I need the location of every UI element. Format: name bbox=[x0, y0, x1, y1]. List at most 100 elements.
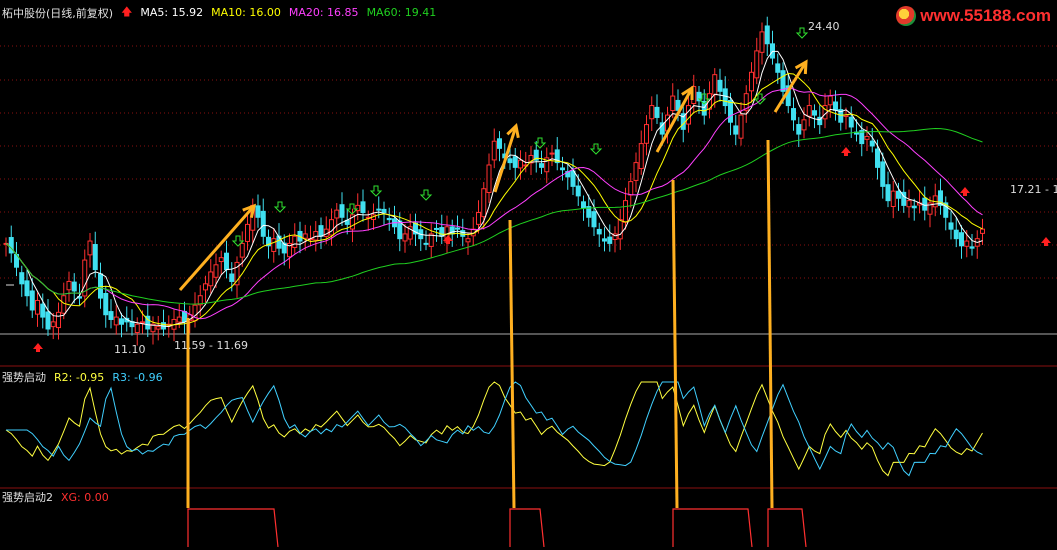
candle-body bbox=[728, 100, 733, 123]
candle-body bbox=[318, 225, 324, 237]
candle-body bbox=[155, 326, 161, 330]
candle-body bbox=[717, 79, 723, 92]
candle-body bbox=[439, 227, 445, 237]
watermark-logo-icon bbox=[896, 6, 917, 26]
candle-body bbox=[19, 272, 25, 285]
candle-body bbox=[50, 321, 56, 328]
candle-body bbox=[670, 95, 676, 112]
candle-body bbox=[103, 292, 109, 316]
candle-body bbox=[271, 238, 277, 252]
candle-body bbox=[71, 281, 77, 292]
sub2-legend: 强势启动2 XG: 0.00 bbox=[2, 489, 109, 505]
ma10-label: MA10: 16.00 bbox=[211, 6, 281, 19]
candle-body bbox=[302, 233, 308, 239]
sub1-legend: 强势启动 R2: -0.95 R3: -0.96 bbox=[2, 369, 163, 385]
sell-arrow-icon bbox=[795, 27, 809, 39]
candle-body bbox=[953, 229, 959, 240]
candle-body bbox=[239, 242, 245, 258]
candle-body bbox=[864, 135, 870, 140]
candle-body bbox=[848, 116, 854, 128]
candle-body bbox=[208, 271, 214, 287]
candle-body bbox=[633, 162, 639, 181]
candle-body bbox=[134, 323, 140, 334]
candle-body bbox=[686, 105, 691, 125]
sell-arrow-icon bbox=[419, 189, 433, 201]
candle-body bbox=[381, 208, 387, 214]
candle-body bbox=[775, 63, 781, 73]
buy-arrow-icon bbox=[33, 343, 43, 352]
candle-body bbox=[833, 101, 838, 111]
ma10-line bbox=[5, 72, 983, 326]
kline-svg bbox=[0, 16, 1057, 548]
candle-body bbox=[486, 164, 492, 193]
xg-signal bbox=[767, 508, 807, 548]
candle-body bbox=[712, 74, 718, 96]
candle-body bbox=[507, 158, 513, 164]
candle-body bbox=[560, 167, 565, 171]
annotation-vertical bbox=[766, 139, 774, 509]
candle-body bbox=[722, 88, 728, 107]
buy-arrow-icon bbox=[960, 187, 970, 196]
candle-body bbox=[922, 197, 928, 211]
candle-body bbox=[45, 311, 51, 330]
candle-body bbox=[801, 119, 807, 131]
sell-arrow-icon bbox=[369, 185, 383, 197]
candle-body bbox=[35, 299, 40, 315]
candle-body bbox=[796, 124, 802, 135]
candle-body bbox=[906, 200, 912, 208]
candle-body bbox=[780, 70, 786, 92]
candle-body bbox=[434, 227, 439, 230]
candle-body bbox=[638, 143, 644, 170]
candle-body bbox=[386, 217, 392, 221]
candle-body bbox=[465, 238, 471, 243]
candle-body bbox=[108, 311, 114, 320]
ma60-label: MA60: 19.41 bbox=[366, 6, 437, 19]
candle-body bbox=[491, 140, 497, 161]
candle-body bbox=[806, 105, 812, 117]
candle-body bbox=[313, 231, 319, 241]
candle-body bbox=[339, 204, 345, 218]
candle-body bbox=[113, 316, 119, 326]
candle-body bbox=[29, 290, 35, 311]
candle-body bbox=[61, 295, 67, 314]
candle-body bbox=[512, 156, 518, 168]
candle-body bbox=[738, 114, 744, 139]
candle-body bbox=[182, 310, 187, 323]
candle-body bbox=[329, 219, 334, 236]
candle-body bbox=[481, 188, 487, 218]
candle-body bbox=[334, 209, 340, 219]
candle-body bbox=[628, 181, 634, 196]
candle-body bbox=[260, 210, 266, 237]
candle-body bbox=[623, 200, 628, 223]
xg-signal bbox=[672, 508, 753, 548]
candle-body bbox=[791, 108, 796, 121]
watermark-text: www.55188.com bbox=[920, 6, 1051, 25]
ma5-up-arrow-icon: 🡅 bbox=[121, 5, 133, 18]
candle-body bbox=[880, 161, 886, 187]
annotation-vertical bbox=[671, 179, 679, 509]
candle-body bbox=[575, 185, 581, 197]
candle-body bbox=[203, 283, 208, 291]
candle-body bbox=[649, 105, 655, 120]
candle-body bbox=[455, 227, 460, 230]
candle-body bbox=[759, 31, 765, 53]
candle-body bbox=[875, 148, 880, 168]
main-legend: 柘中股份(日线,前复权) 🡅 MA5: 15.92 MA10: 16.00 MA… bbox=[2, 3, 436, 22]
candle-body bbox=[980, 228, 985, 234]
candle-body bbox=[890, 190, 896, 208]
xg-signal bbox=[187, 508, 279, 548]
watermark: www.55188.com bbox=[896, 6, 1051, 26]
candle-body bbox=[24, 280, 30, 297]
r2-label: R2: -0.95 bbox=[54, 370, 105, 384]
ma5-line bbox=[5, 50, 983, 328]
candle-body bbox=[119, 318, 124, 325]
candle-body bbox=[476, 212, 481, 225]
candle-body bbox=[549, 152, 555, 155]
candle-body bbox=[591, 211, 597, 228]
candle-body bbox=[218, 257, 224, 263]
stock-title: 柘中股份(日线,前复权) bbox=[2, 6, 114, 20]
kline-chart-area[interactable] bbox=[0, 0, 1057, 548]
candle-body bbox=[497, 138, 502, 149]
candle-body bbox=[885, 184, 891, 202]
sub2-title: 强势启动2 bbox=[2, 491, 53, 504]
